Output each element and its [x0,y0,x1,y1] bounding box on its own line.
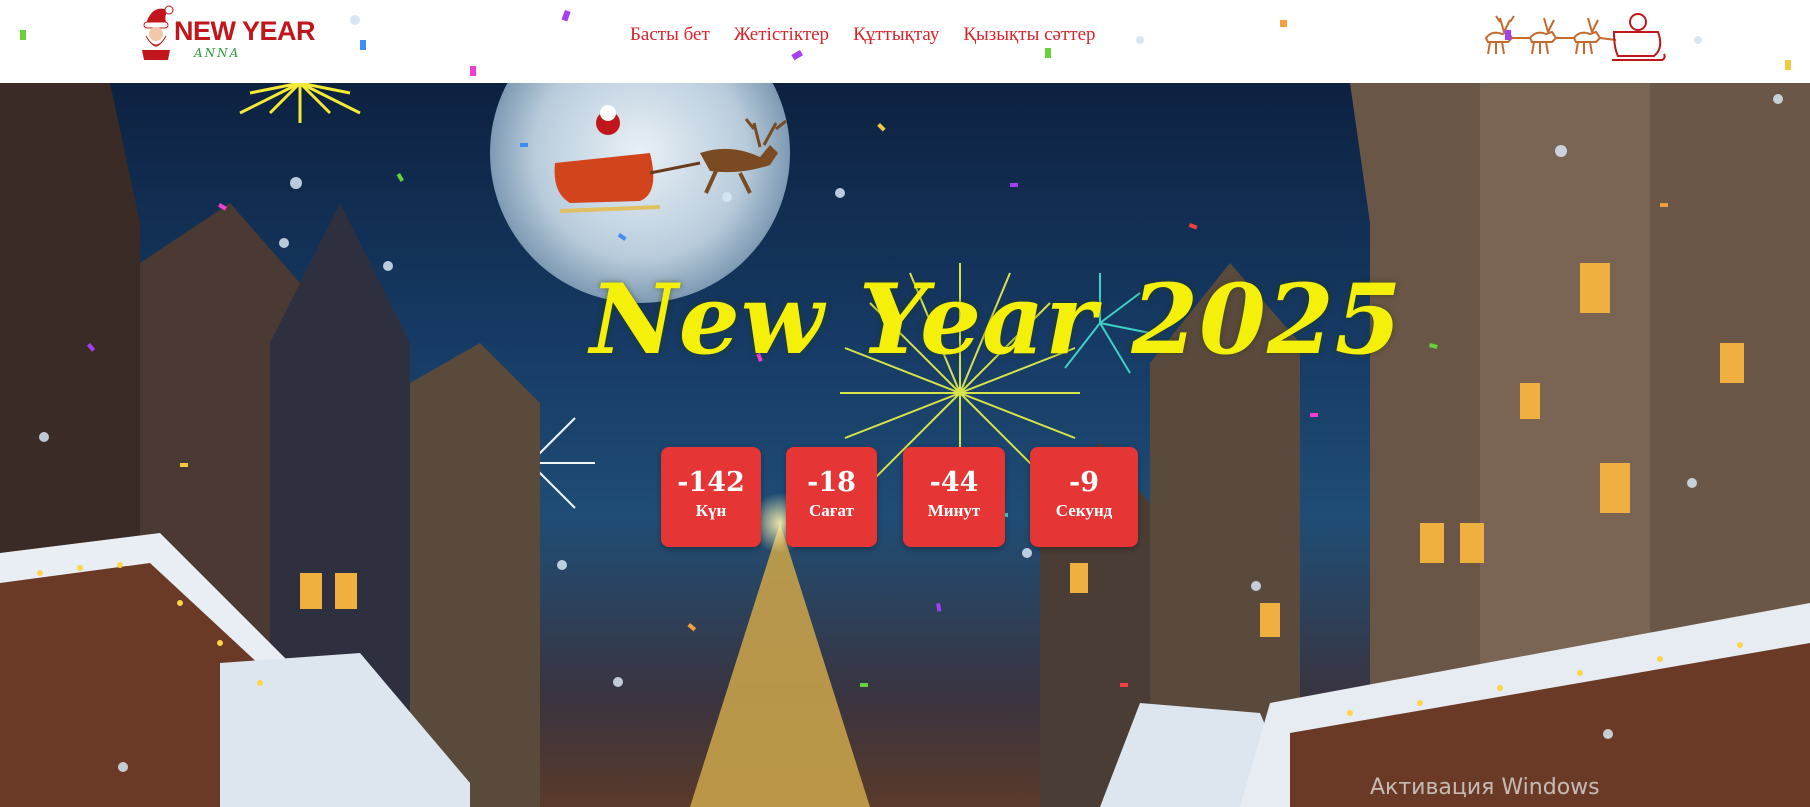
nav-link-home[interactable]: Басты бет [630,24,710,46]
firework-top-left [239,83,361,123]
countdown-hours-label: Сағат [809,501,854,520]
main-nav: Басты бет Жетістіктер Құттықтау Қызықты … [630,24,1096,46]
countdown-seconds: -9 Секунд [1030,447,1138,547]
logo-subtext: ANNA [194,46,241,60]
nav-link-moments[interactable]: Қызықты сәттер [963,24,1095,46]
countdown-hours-value: -18 [807,467,856,498]
site-header: NEW YEAR ANNA Басты бет Жетістіктер Құтт… [0,0,1810,83]
countdown-days-value: -142 [677,467,745,498]
santa-logo-icon [142,5,174,60]
hero-background-scene [0,83,1810,807]
logo-text: NEW YEAR [174,16,316,46]
hero-title: New Year 2025 [590,263,1403,376]
countdown-minutes-label: Минут [927,501,981,520]
reindeer-sleigh-icon [1484,13,1666,61]
site-logo[interactable]: NEW YEAR ANNA [138,2,316,66]
countdown-minutes: -44 Минут [903,447,1005,547]
countdown-seconds-value: -9 [1069,467,1099,498]
countdown-hours: -18 Сағат [786,447,877,547]
nav-link-achievements[interactable]: Жетістіктер [734,24,829,46]
countdown-days-label: Күн [695,501,727,520]
windows-activation-watermark: Активация Windows [1370,775,1600,800]
countdown-timer: -142 Күн -18 Сағат -44 Минут -9 Секунд [0,447,1810,547]
countdown-minutes-value: -44 [929,467,979,498]
hero-section: New Year 2025 -142 Күн -18 Сағат -44 Мин… [0,83,1810,807]
countdown-days: -142 Күн [661,447,761,547]
nav-link-greetings[interactable]: Құттықтау [853,24,939,46]
christmas-tree [690,523,870,807]
countdown-seconds-label: Секунд [1055,501,1113,520]
